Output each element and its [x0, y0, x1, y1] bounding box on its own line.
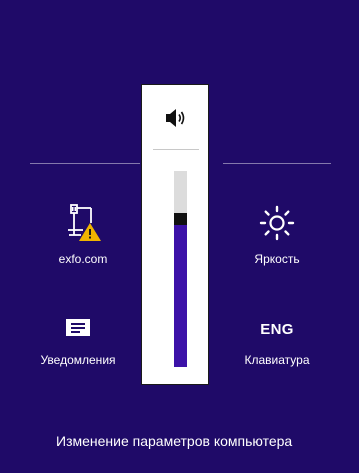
volume-slider[interactable]: [174, 171, 187, 367]
divider-right: [223, 163, 331, 164]
change-pc-settings-link[interactable]: Изменение параметров компьютера: [56, 433, 292, 449]
notifications-label: Уведомления: [40, 353, 116, 367]
notifications-icon: [66, 319, 90, 336]
brightness-sun-icon: [259, 205, 295, 241]
volume-level-fill: [174, 223, 187, 367]
network-tile[interactable]: exfo.com: [28, 203, 138, 266]
keyboard-label: Клавиатура: [244, 353, 310, 367]
brightness-tile[interactable]: Яркость: [222, 203, 332, 266]
keyboard-layout-indicator: ENG: [260, 321, 294, 338]
divider-left: [30, 163, 140, 164]
speaker-icon[interactable]: [165, 108, 187, 128]
network-warning-icon: [68, 204, 101, 241]
notifications-tile[interactable]: Уведомления: [18, 318, 138, 367]
volume-separator: [153, 149, 199, 150]
volume-slider-thumb[interactable]: [174, 212, 187, 225]
volume-panel: [141, 84, 209, 385]
keyboard-tile[interactable]: ENG Клавиатура: [222, 318, 332, 367]
network-label: exfo.com: [58, 252, 108, 266]
brightness-label: Яркость: [254, 252, 300, 266]
